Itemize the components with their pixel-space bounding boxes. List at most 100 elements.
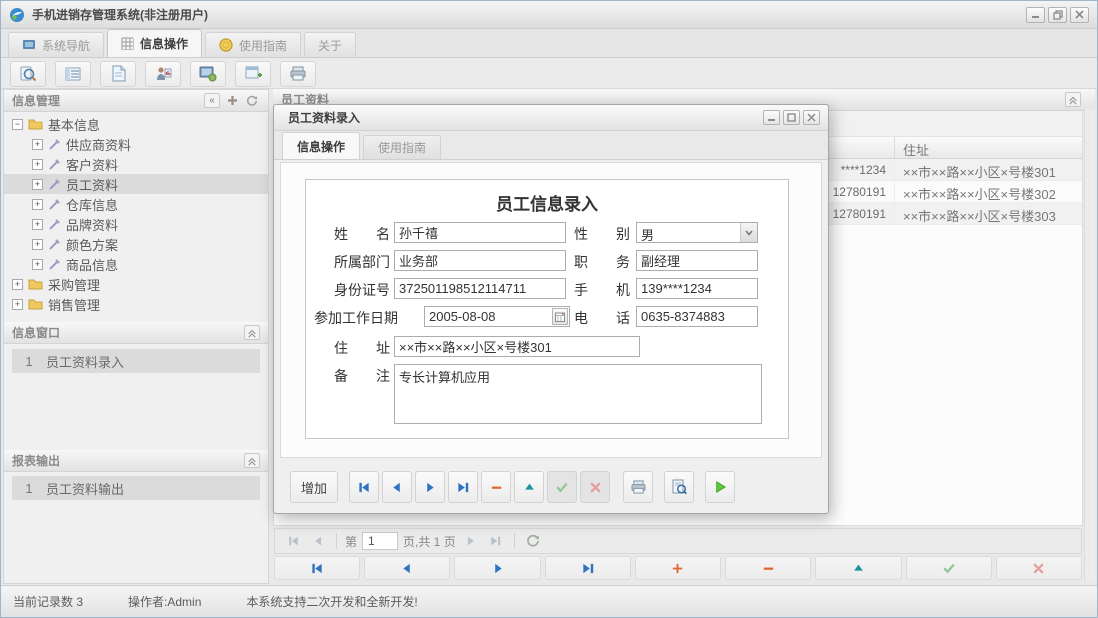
chevron-down-icon[interactable] <box>740 223 757 242</box>
close-icon[interactable] <box>1070 7 1089 23</box>
record-first-button[interactable] <box>349 471 379 503</box>
collapse-node-icon[interactable]: − <box>12 119 23 130</box>
tree-node-supplier[interactable]: + 供应商资料 <box>4 134 268 154</box>
expand-node-icon[interactable]: + <box>32 219 43 230</box>
grid-next-button[interactable] <box>454 556 540 580</box>
tree-node-customer[interactable]: + 客户资料 <box>4 154 268 174</box>
tree-node-employee[interactable]: + 员工资料 <box>4 174 268 194</box>
tab-system-nav[interactable]: 系统导航 <box>8 32 104 57</box>
telephone-field[interactable] <box>636 306 758 327</box>
remarks-field[interactable]: 专长计算机应用 <box>394 364 762 424</box>
add-panel-icon[interactable] <box>224 93 240 108</box>
tree-node-warehouse[interactable]: + 仓库信息 <box>4 194 268 214</box>
tab-about[interactable]: 关于 <box>304 32 356 57</box>
folder-icon <box>28 118 43 130</box>
record-delete-button[interactable] <box>481 471 511 503</box>
grid-edit-button[interactable] <box>815 556 901 580</box>
info-window-item-employee-entry[interactable]: 1 员工资料录入 <box>12 349 260 373</box>
minimize-icon[interactable] <box>1026 7 1045 23</box>
refresh-icon[interactable] <box>244 93 260 108</box>
collapse-up-icon[interactable] <box>1065 92 1081 107</box>
dialog-minimize-icon[interactable] <box>763 110 780 125</box>
id-number-field[interactable] <box>394 278 566 299</box>
dialog-body: 员工信息录入 姓 名 性 别 男 所属部门 职 务 身份证号 手 机 <box>280 162 822 458</box>
tree-node-brand[interactable]: + 品牌资料 <box>4 214 268 234</box>
dialog-tab-info-operation[interactable]: 信息操作 <box>282 132 360 159</box>
page-next-icon[interactable] <box>461 532 481 550</box>
grid-last-button[interactable] <box>545 556 631 580</box>
table-view-icon[interactable] <box>55 61 91 87</box>
monitor-icon <box>22 39 36 51</box>
page-first-icon[interactable] <box>283 532 303 550</box>
coin-icon <box>219 38 233 52</box>
grid-delete-button[interactable] <box>725 556 811 580</box>
page-last-icon[interactable] <box>486 532 506 550</box>
record-next-button[interactable] <box>415 471 445 503</box>
collapse-up-icon[interactable] <box>244 453 260 468</box>
tree-node-sales[interactable]: + 销售管理 <box>4 294 268 314</box>
address-field[interactable] <box>394 336 640 357</box>
print-button[interactable] <box>623 471 653 503</box>
department-label: 所属部门 <box>334 252 390 272</box>
tree-node-color-scheme[interactable]: + 颜色方案 <box>4 234 268 254</box>
calendar-icon[interactable] <box>552 308 568 325</box>
tab-info-operation[interactable]: 信息操作 <box>107 29 202 57</box>
grid-prev-button[interactable] <box>364 556 450 580</box>
page-prev-icon[interactable] <box>308 532 328 550</box>
expand-node-icon[interactable]: + <box>32 259 43 270</box>
grid-first-button[interactable] <box>274 556 360 580</box>
search-icon[interactable] <box>10 61 46 87</box>
tab-user-guide[interactable]: 使用指南 <box>205 32 301 57</box>
expand-node-icon[interactable]: + <box>32 239 43 250</box>
report-item-employee-output[interactable]: 1 员工资料输出 <box>12 476 260 500</box>
info-management-header: 信息管理 « <box>4 90 268 112</box>
printer-icon[interactable] <box>280 61 316 87</box>
employee-form: 员工信息录入 姓 名 性 别 男 所属部门 职 务 身份证号 手 机 <box>305 179 789 439</box>
grid-header-address[interactable]: 住址 <box>895 137 1082 158</box>
sidebar: 信息管理 « − 基本信息 + 供应商资料 + 客户资 <box>3 89 269 584</box>
expand-node-icon[interactable]: + <box>32 159 43 170</box>
tool-icon <box>48 218 61 231</box>
dialog-close-icon[interactable] <box>803 110 820 125</box>
print-preview-button[interactable] <box>664 471 694 503</box>
tree-node-purchase[interactable]: + 采购管理 <box>4 274 268 294</box>
dialog-maximize-icon[interactable] <box>783 110 800 125</box>
dialog-tab-user-guide[interactable]: 使用指南 <box>363 135 441 159</box>
app-logo-icon <box>9 7 25 23</box>
collapse-up-icon[interactable] <box>244 325 260 340</box>
position-field[interactable] <box>636 250 758 271</box>
department-field[interactable] <box>394 250 566 271</box>
grid-save-button[interactable] <box>906 556 992 580</box>
name-field[interactable] <box>394 222 566 243</box>
expand-node-icon[interactable]: + <box>12 279 23 290</box>
restore-icon[interactable] <box>1048 7 1067 23</box>
separator <box>336 533 337 549</box>
dialog-tabbar: 信息操作 使用指南 <box>274 131 828 160</box>
work-date-field[interactable] <box>424 306 570 327</box>
tree-node-product[interactable]: + 商品信息 <box>4 254 268 274</box>
monitor-globe-icon[interactable] <box>190 61 226 87</box>
gender-select[interactable]: 男 <box>636 222 758 243</box>
tree-node-basic-info[interactable]: − 基本信息 <box>4 114 268 134</box>
grid-action-bar <box>274 556 1082 582</box>
document-icon[interactable] <box>100 61 136 87</box>
grid-cancel-button[interactable] <box>996 556 1082 580</box>
add-button[interactable]: 增加 <box>290 471 338 503</box>
user-report-icon[interactable] <box>145 61 181 87</box>
record-save-button[interactable] <box>547 471 577 503</box>
grid-add-button[interactable] <box>635 556 721 580</box>
refresh-icon[interactable] <box>523 532 543 550</box>
expand-node-icon[interactable]: + <box>32 179 43 190</box>
record-edit-button[interactable] <box>514 471 544 503</box>
record-cancel-button[interactable] <box>580 471 610 503</box>
window-add-icon[interactable] <box>235 61 271 87</box>
record-prev-button[interactable] <box>382 471 412 503</box>
page-number-input[interactable] <box>362 532 398 550</box>
collapse-left-icon[interactable]: « <box>204 93 220 108</box>
expand-node-icon[interactable]: + <box>32 199 43 210</box>
expand-node-icon[interactable]: + <box>12 299 23 310</box>
record-last-button[interactable] <box>448 471 478 503</box>
mobile-field[interactable] <box>636 278 758 299</box>
expand-node-icon[interactable]: + <box>32 139 43 150</box>
run-button[interactable] <box>705 471 735 503</box>
